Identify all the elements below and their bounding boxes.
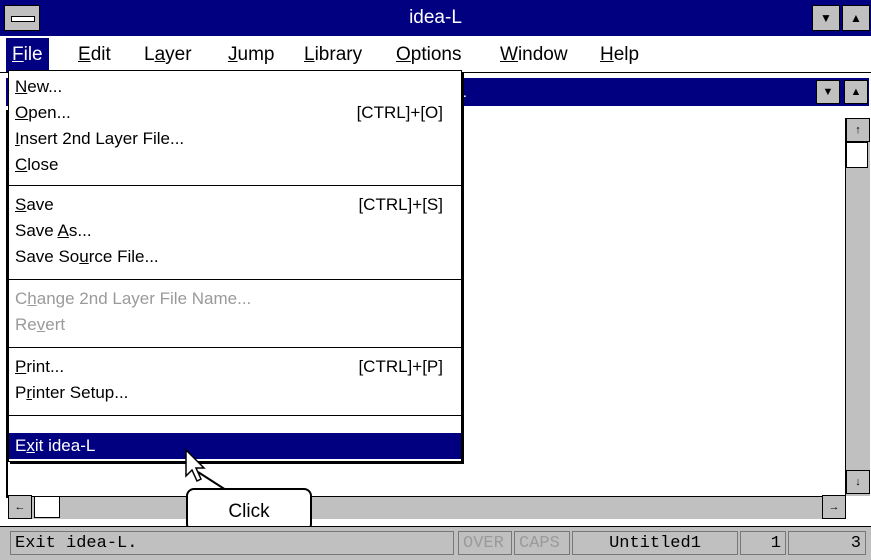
horizontal-scrollbar[interactable] [8, 496, 845, 519]
status-over-indicator: OVER [458, 531, 512, 555]
title-bar: idea-L ▼ ▲ [0, 0, 871, 36]
horizontal-scroll-thumb[interactable] [34, 496, 60, 518]
down-arrow-icon: ▼ [820, 11, 832, 25]
save-shortcut: [CTRL]+[S] [358, 195, 443, 214]
menu-library[interactable]: Library [298, 38, 368, 72]
menu-separator [9, 185, 461, 186]
menu-layer[interactable]: Layer [138, 38, 198, 72]
status-bar: Exit idea-L. OVER CAPS Untitled1 1 3 [0, 526, 871, 560]
print-shortcut: [CTRL]+[P] [358, 357, 443, 376]
menu-jump[interactable]: Jump [222, 38, 280, 72]
vertical-scroll-thumb[interactable] [846, 142, 868, 168]
menu-item-open[interactable]: Open... [15, 101, 71, 125]
scroll-right-button[interactable]: → [822, 495, 846, 519]
doc-minimize-button[interactable]: ▼ [816, 80, 840, 104]
menu-bar: File Edit Layer Jump Library Options Win… [0, 38, 871, 73]
up-arrow-icon: ▲ [850, 11, 862, 25]
up-arrow-icon: ↑ [855, 124, 861, 136]
vertical-scrollbar[interactable] [845, 118, 870, 496]
menu-item-revert: Revert [15, 315, 66, 334]
minimize-button[interactable]: ▼ [812, 5, 840, 31]
menu-options[interactable]: Options [390, 38, 467, 72]
menu-window[interactable]: Window [494, 38, 574, 72]
menu-separator [9, 347, 461, 348]
menu-item-save-as[interactable]: Save As... [15, 219, 92, 243]
status-message: Exit idea-L. [10, 531, 454, 555]
menu-item-change-2nd-layer-name: Change 2nd Layer File Name... [15, 289, 252, 308]
menu-separator [9, 415, 461, 416]
status-column: 3 [788, 531, 866, 555]
status-caps-indicator: CAPS [514, 531, 570, 555]
open-shortcut: [CTRL]+[O] [356, 103, 443, 122]
menu-item-insert-2nd-layer[interactable]: Insert 2nd Layer File... [15, 127, 184, 151]
up-arrow-icon: ▲ [850, 86, 862, 98]
scroll-left-button[interactable]: ← [8, 495, 32, 519]
scroll-up-button[interactable]: ↑ [846, 118, 870, 142]
menu-edit[interactable]: Edit [72, 38, 117, 72]
menu-item-close[interactable]: Close [15, 153, 58, 177]
menu-item-save[interactable]: Save [15, 193, 54, 217]
maximize-button[interactable]: ▲ [842, 5, 870, 31]
status-filename: Untitled1 [572, 531, 738, 555]
menu-item-new[interactable]: New... [15, 75, 62, 99]
menu-item-printer-setup[interactable]: Printer Setup... [15, 381, 128, 405]
menu-item-exit[interactable]: Exit idea-L [15, 434, 95, 458]
down-arrow-icon: ▼ [822, 86, 834, 98]
scroll-down-button[interactable]: ↓ [846, 470, 870, 494]
right-arrow-icon: → [828, 501, 840, 513]
app-window: idea-L ▼ ▲ File Edit Layer Jump Library … [0, 0, 871, 560]
menu-item-save-source[interactable]: Save Source File... [15, 245, 159, 269]
menu-separator [9, 279, 461, 280]
menu-item-print[interactable]: Print... [15, 355, 64, 379]
menu-file[interactable]: File [6, 38, 49, 72]
menu-help[interactable]: Help [594, 38, 645, 72]
window-title: idea-L [409, 7, 462, 28]
doc-maximize-button[interactable]: ▲ [844, 80, 868, 104]
down-arrow-icon: ↓ [855, 476, 861, 488]
left-arrow-icon: ← [14, 501, 26, 513]
status-line: 1 [740, 531, 786, 555]
file-menu-dropdown: New... Open... [CTRL]+[O] Insert 2nd Lay… [8, 70, 462, 462]
